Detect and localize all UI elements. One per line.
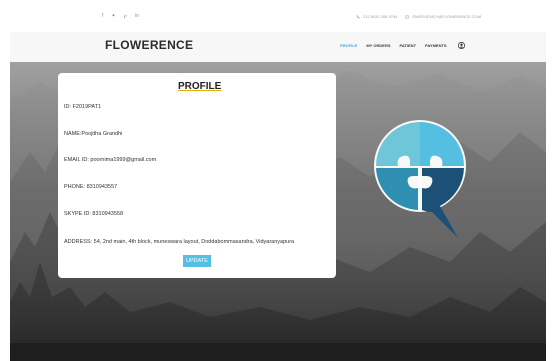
footer-bar <box>10 343 546 361</box>
pinterest-icon[interactable]: ℘ <box>124 13 128 19</box>
profile-id: ID: F2019PAT1 <box>64 104 102 110</box>
profile-skype: SKYPE ID: 8310943558 <box>64 211 124 217</box>
profile-title: PROFILE <box>178 81 222 92</box>
profile-email: EMAIL ID: poornima1999@gmail.com <box>64 157 157 163</box>
email-contact: EMERGENCY@FLOWERENCE.COM <box>405 14 481 19</box>
profile-name: NAME:Poojitha Grandhi <box>64 131 123 137</box>
email-address[interactable]: EMERGENCY@FLOWERENCE.COM <box>412 14 481 19</box>
facebook-icon[interactable]: f <box>102 13 103 19</box>
user-avatar-icon[interactable] <box>457 42 465 49</box>
phone-contact: 212 6032 268 9744 <box>356 14 397 19</box>
profile-address: ADDRESS: 54, 2nd main, 4th block, munesw… <box>64 239 295 245</box>
main-nav: PROFILE MY ORDERS PATIENT PAYMENTS <box>340 42 465 49</box>
profile-card: PROFILE ID: F2019PAT1 NAME:Poojitha Gran… <box>58 73 336 278</box>
linkedin-icon[interactable]: in <box>135 13 139 19</box>
twitter-icon[interactable]: ✦ <box>111 13 115 19</box>
contact-info: 212 6032 268 9744 EMERGENCY@FLOWERENCE.C… <box>356 14 481 19</box>
nav-patient[interactable]: PATIENT <box>400 43 417 48</box>
puzzle-logo-icon <box>374 120 466 238</box>
mail-icon <box>405 15 410 18</box>
social-links: f ✦ ℘ in <box>102 13 139 19</box>
nav-my-orders[interactable]: MY ORDERS <box>366 43 390 48</box>
top-bar: f ✦ ℘ in 212 6032 268 9744 EMERGENCY@FLO… <box>10 0 546 32</box>
profile-phone: PHONE: 8310943557 <box>64 184 118 190</box>
phone-icon <box>356 14 360 18</box>
nav-profile[interactable]: PROFILE <box>340 43 357 48</box>
nav-payments[interactable]: PAYMENTS <box>425 43 447 48</box>
update-button[interactable]: UPDATE <box>183 255 211 267</box>
brand-logo[interactable]: FLOWERENCE <box>105 38 193 52</box>
phone-number: 212 6032 268 9744 <box>363 14 398 19</box>
navbar: FLOWERENCE PROFILE MY ORDERS PATIENT PAY… <box>10 32 546 63</box>
